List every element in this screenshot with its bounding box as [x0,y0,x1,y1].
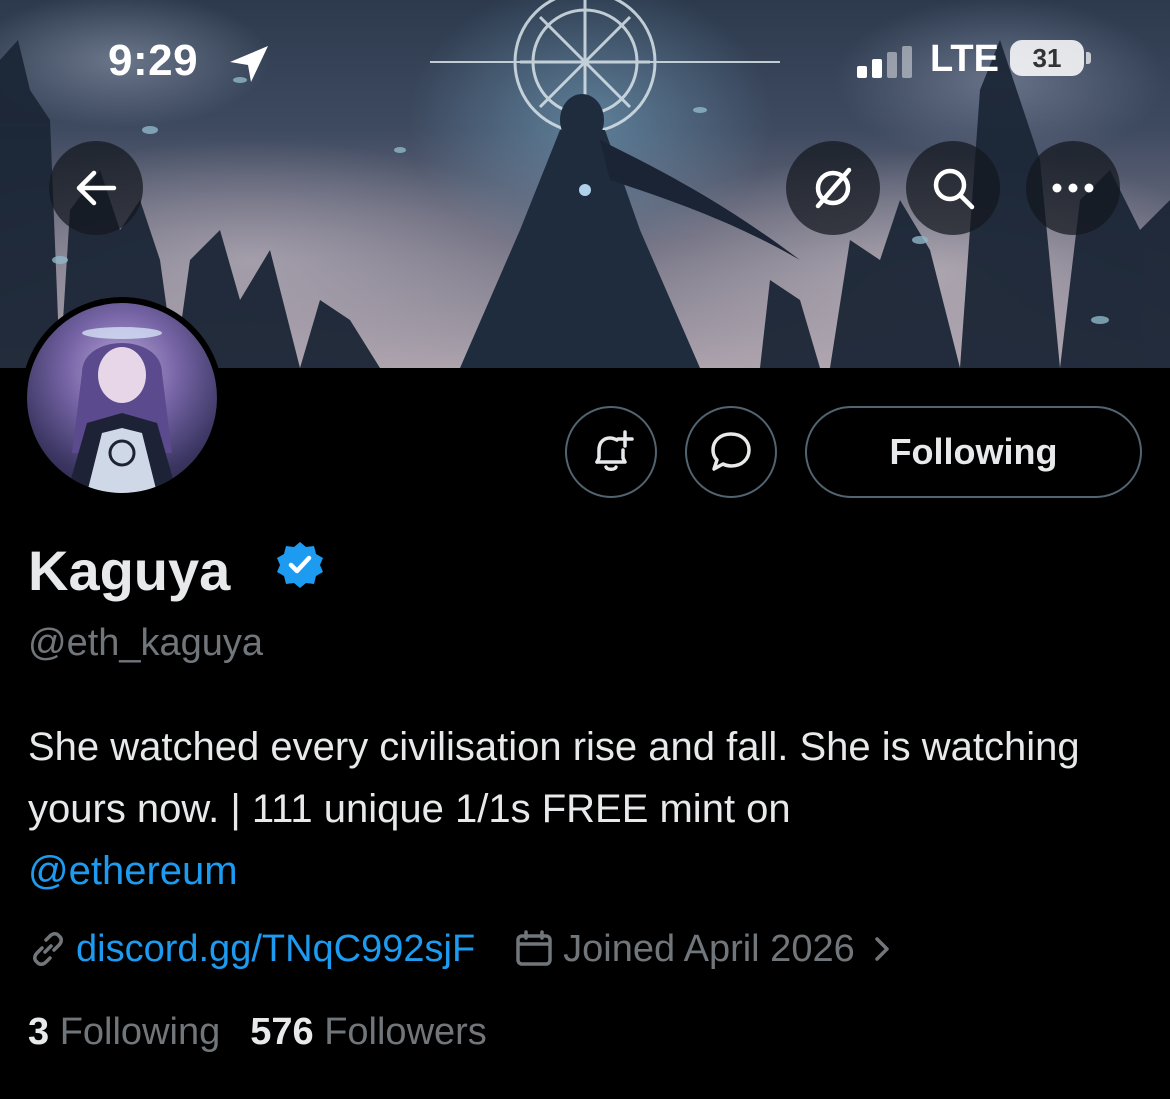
notify-button[interactable] [565,406,657,498]
followers-stat[interactable]: 576 Followers [250,1011,487,1054]
profile-website-link[interactable]: discord.gg/TNqC992sjF [76,928,475,971]
profile-stats: 3 Following 576 Followers [28,1011,487,1054]
message-bubble-icon [711,432,751,471]
bio-mention-link[interactable]: @ethereum [28,849,238,893]
search-icon [933,168,975,210]
more-button[interactable] [1026,141,1120,235]
followers-count: 576 [250,1011,314,1053]
calendar-icon [516,930,552,966]
bio-text: She watched every civilisation rise and … [28,725,1080,831]
following-stat[interactable]: 3 Following [28,1011,220,1054]
profile-meta: discord.gg/TNqC992sjF Joined April 2026 [28,924,891,974]
chevron-right-icon[interactable] [873,935,891,963]
more-horizontal-icon [1052,183,1094,193]
bell-plus-icon [595,430,634,471]
network-type: LTE [930,38,999,80]
followers-stat-label: Followers [324,1011,487,1053]
profile-avatar[interactable] [21,297,223,499]
message-button[interactable] [685,406,777,498]
battery-indicator: 31 [1010,40,1091,76]
avatar-artwork [67,327,177,493]
joined-date[interactable]: Joined April 2026 [563,928,855,971]
following-button[interactable]: Following [805,406,1142,498]
status-time: 9:29 [108,36,199,85]
location-arrow-icon [230,46,268,82]
profile-bio: She watched every civilisation rise and … [28,716,1138,902]
back-button[interactable] [49,141,143,235]
grok-button[interactable] [786,141,880,235]
verified-badge-icon[interactable] [275,540,325,590]
display-name: Kaguya [28,539,231,602]
user-handle: @eth_kaguya [28,622,264,664]
following-count: 3 [28,1011,50,1053]
link-icon [33,932,63,966]
following-stat-label: Following [59,1011,221,1053]
cellular-signal-icon [857,46,912,78]
search-button[interactable] [906,141,1000,235]
grok-icon [815,167,852,209]
arrow-left-icon [76,170,117,206]
